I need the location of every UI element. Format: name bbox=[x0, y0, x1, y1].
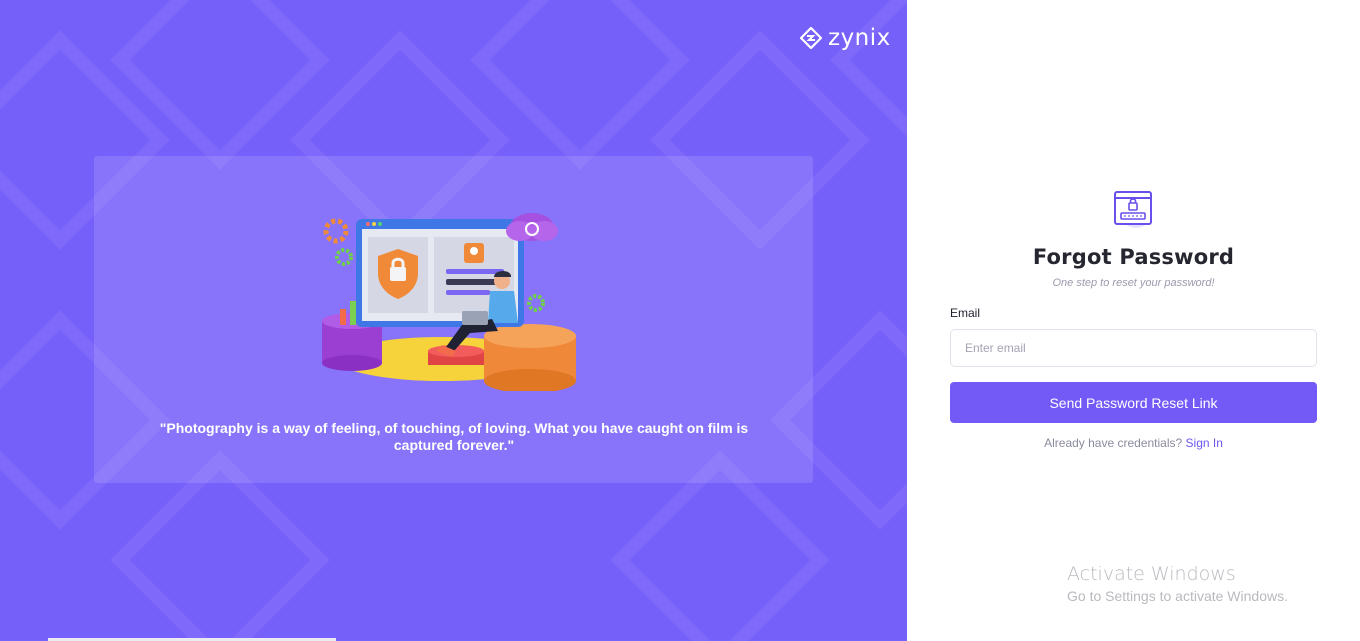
signin-prompt-text: Already have credentials? bbox=[1044, 436, 1186, 450]
email-label: Email bbox=[950, 306, 981, 320]
brand-name: zynix bbox=[828, 25, 891, 51]
sign-in-link[interactable]: Sign In bbox=[1186, 436, 1223, 450]
zynix-logo-icon bbox=[800, 27, 822, 49]
windows-activation-watermark: Activate Windows Go to Settings to activ… bbox=[1067, 563, 1288, 604]
email-field[interactable] bbox=[950, 329, 1317, 367]
brand-logo[interactable]: zynix bbox=[800, 24, 891, 52]
hero-card: "Photography is a way of feeling, of tou… bbox=[94, 156, 813, 483]
send-reset-link-button[interactable]: Send Password Reset Link bbox=[950, 382, 1317, 423]
page-subtitle: One step to reset your password! bbox=[1052, 277, 1215, 289]
security-illustration bbox=[322, 213, 576, 391]
lock-browser-icon bbox=[1114, 191, 1152, 228]
forgot-password-panel: Forgot Password One step to reset your p… bbox=[907, 0, 1360, 641]
signin-prompt-line: Already have credentials? Sign In bbox=[907, 436, 1360, 450]
promo-panel: zynix "Photography is a way of feeling, … bbox=[0, 0, 907, 641]
page-title: Forgot Password bbox=[1032, 245, 1235, 269]
watermark-subtitle: Go to Settings to activate Windows. bbox=[1067, 588, 1288, 604]
hero-quote: "Photography is a way of feeling, of tou… bbox=[159, 420, 749, 453]
watermark-title: Activate Windows bbox=[1067, 563, 1236, 585]
